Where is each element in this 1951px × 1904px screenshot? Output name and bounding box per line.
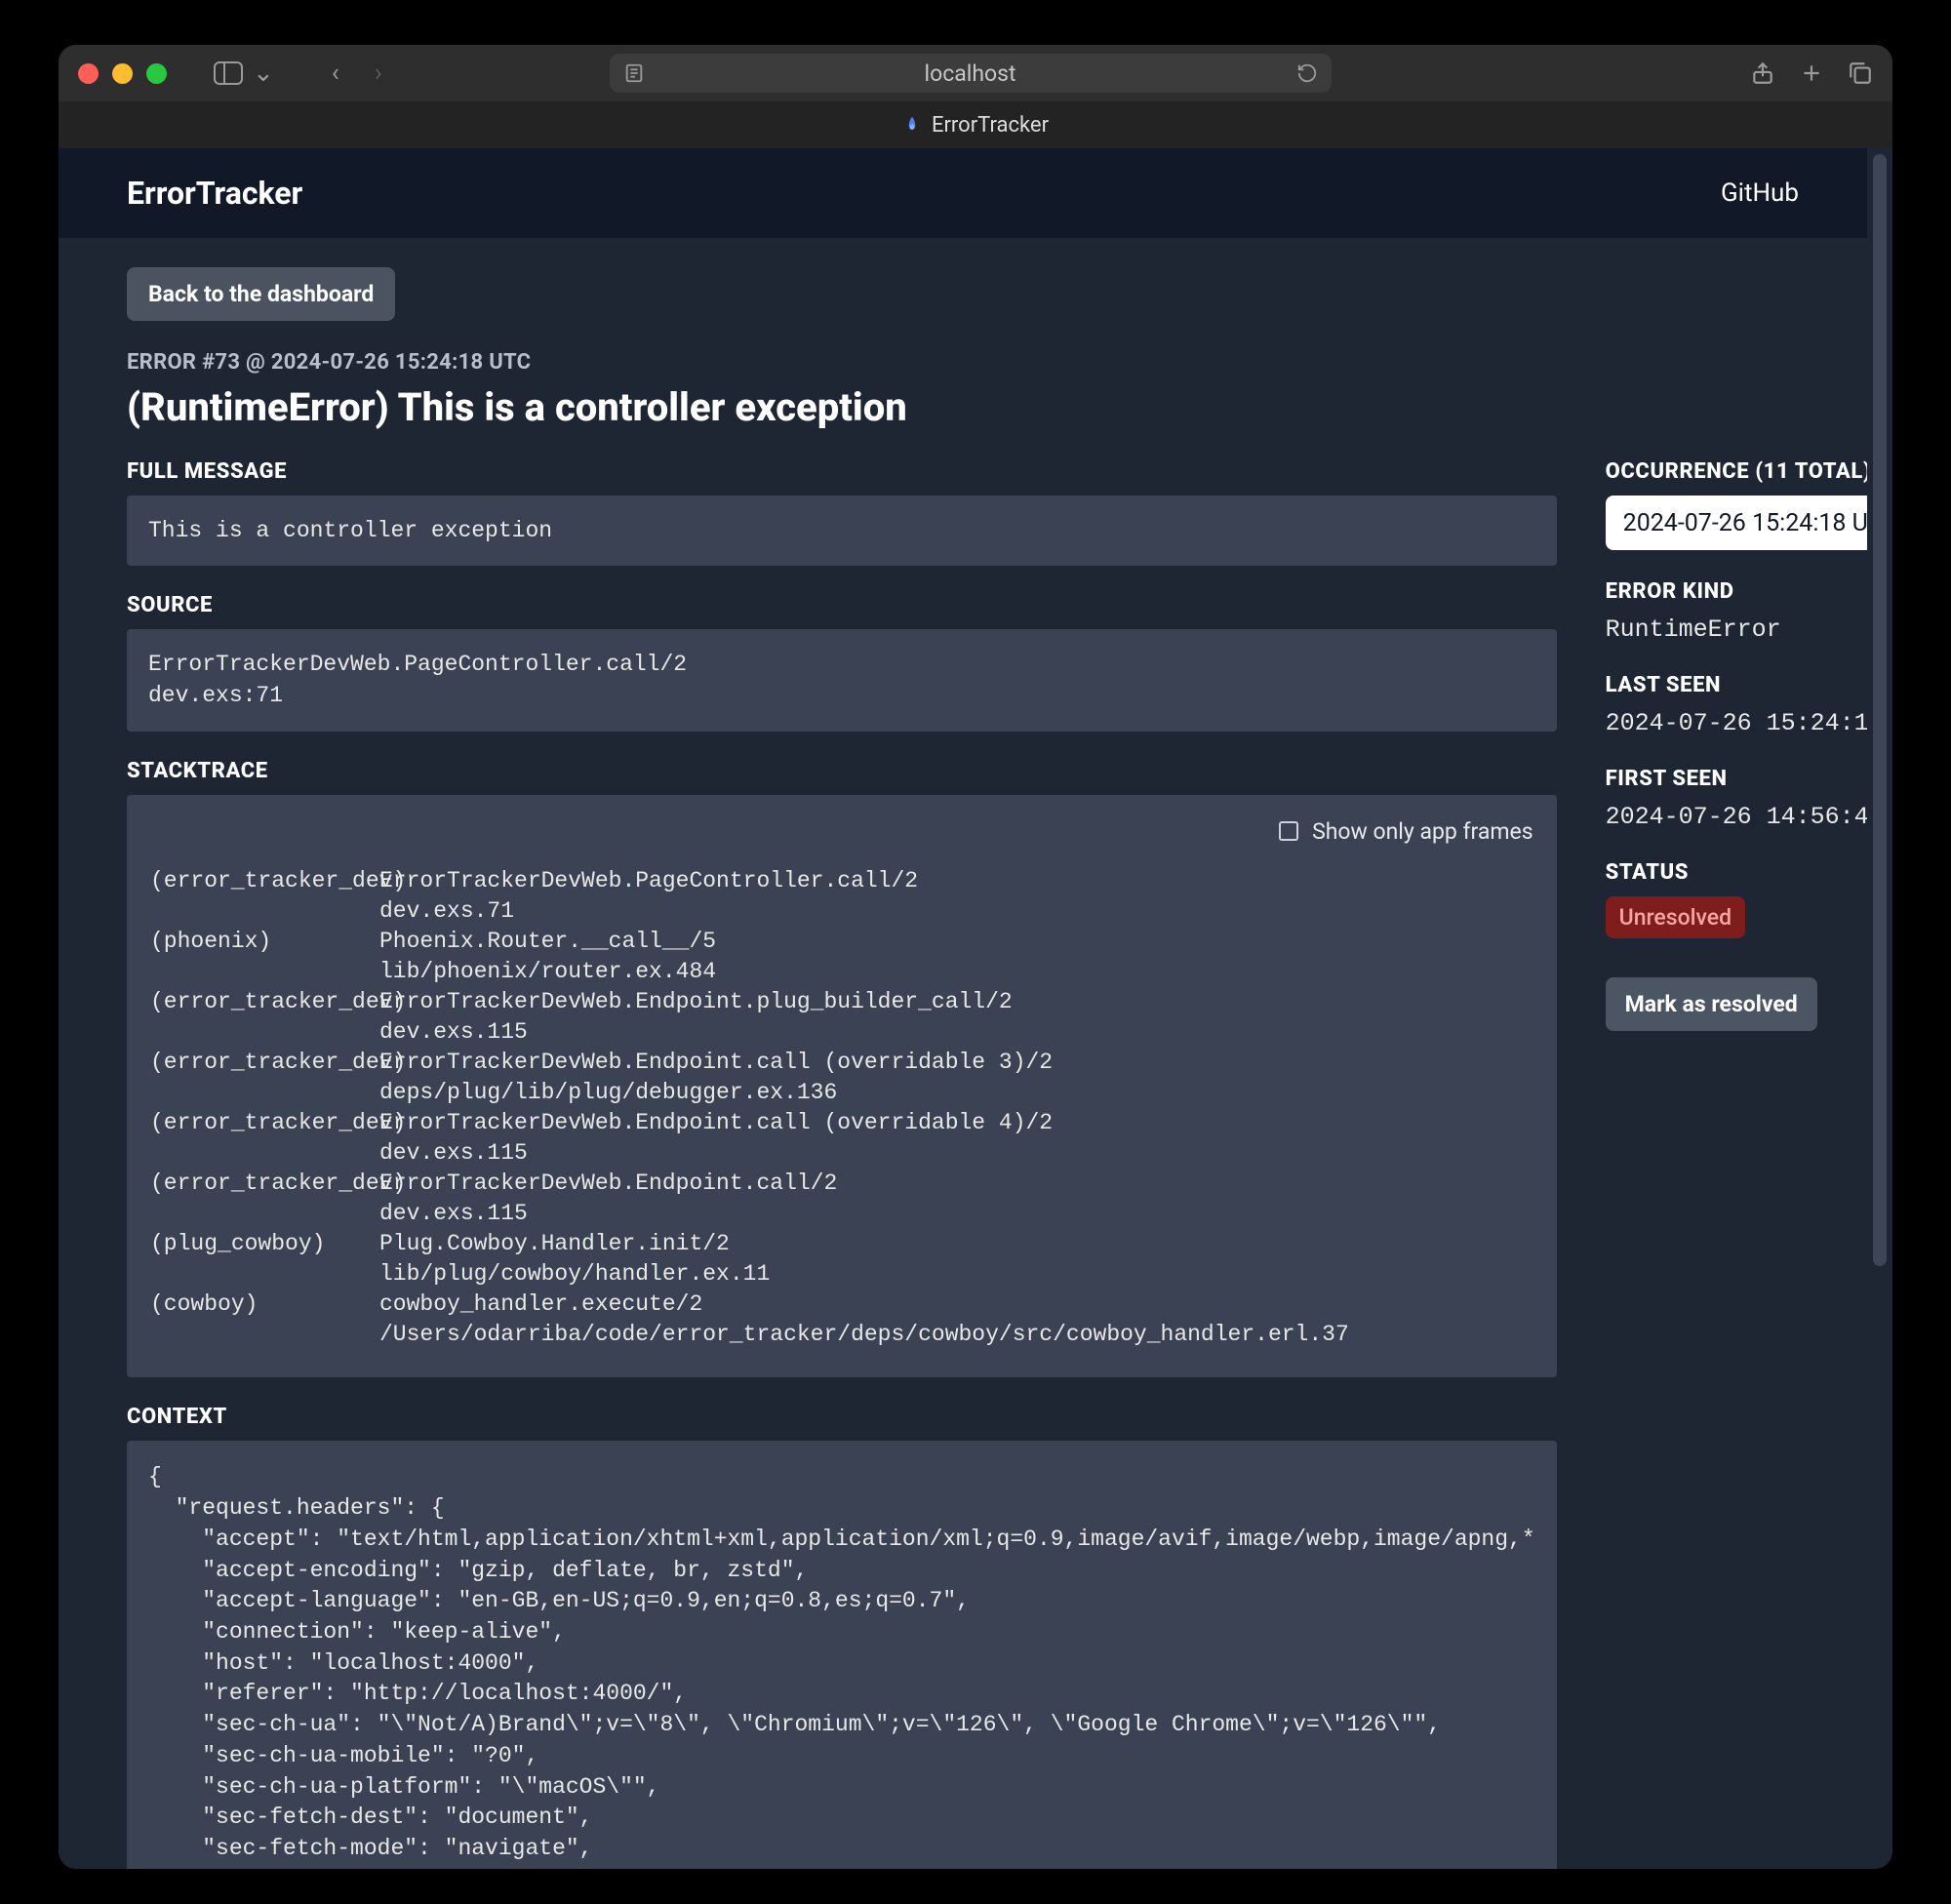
scrollbar[interactable] — [1867, 148, 1892, 1869]
stack-frame-package: (error_tracker_dev) — [150, 866, 379, 927]
error-title: (RuntimeError) This is a controller exce… — [127, 384, 1799, 430]
section-stacktrace: STACKTRACE — [127, 759, 1557, 783]
error-meta: ERROR #73 @ 2024-07-26 15:24:18 UTC — [127, 350, 1799, 375]
stack-frame: (error_tracker_dev)ErrorTrackerDevWeb.En… — [150, 1108, 1533, 1169]
stack-frame-lines: Phoenix.Router.__call__/5lib/phoenix/rou… — [379, 927, 1533, 987]
sidebar-first-seen-heading: FIRST SEEN — [1606, 767, 1867, 791]
tab[interactable]: ErrorTracker — [59, 101, 1892, 148]
show-only-app-frames-label: Show only app frames — [1312, 818, 1533, 845]
stack-frame-lines: cowboy_handler.execute/2/Users/odarriba/… — [379, 1289, 1533, 1350]
sidebar-error-kind-heading: ERROR KIND — [1606, 579, 1867, 604]
stack-frame: (cowboy)cowboy_handler.execute/2/Users/o… — [150, 1289, 1533, 1350]
section-source: SOURCE — [127, 593, 1557, 617]
brand: ErrorTracker — [127, 175, 302, 212]
site-settings-icon[interactable] — [623, 62, 645, 84]
source-card: ErrorTrackerDevWeb.PageController.call/2… — [127, 629, 1557, 731]
sidebar-toggle[interactable]: ⌄ — [214, 60, 274, 86]
app-header: ErrorTracker GitHub — [59, 148, 1867, 238]
stack-frame-package: (phoenix) — [150, 927, 379, 987]
back-to-dashboard-label: Back to the dashboard — [148, 281, 374, 307]
nav-forward-button: › — [364, 59, 393, 88]
stack-frame: (plug_cowboy)Plug.Cowboy.Handler.init/2l… — [150, 1229, 1533, 1289]
tab-title: ErrorTracker — [932, 113, 1049, 138]
favicon-icon — [902, 115, 922, 135]
stack-frame: (phoenix)Phoenix.Router.__call__/5lib/ph… — [150, 927, 1533, 987]
close-icon[interactable] — [78, 63, 99, 84]
context-card: { "request.headers": { "accept": "text/h… — [127, 1441, 1557, 1869]
stack-frame-lines: ErrorTrackerDevWeb.Endpoint.plug_builder… — [379, 987, 1533, 1048]
address-bar[interactable]: localhost — [610, 54, 1332, 93]
stack-frame-package: (cowboy) — [150, 1289, 379, 1350]
section-full-message: FULL MESSAGE — [127, 459, 1557, 484]
stack-frame-package: (error_tracker_dev) — [150, 1048, 379, 1108]
stack-frame-package: (error_tracker_dev) — [150, 1169, 379, 1229]
reload-icon[interactable] — [1296, 62, 1318, 84]
last-seen-value: 2024-07-26 15:24:18 UTC — [1606, 709, 1867, 737]
stack-frame-lines: ErrorTrackerDevWeb.PageController.call/2… — [379, 866, 1533, 927]
first-seen-value: 2024-07-26 14:56:47 UTC — [1606, 803, 1867, 831]
stack-frame-lines: ErrorTrackerDevWeb.Endpoint.call (overri… — [379, 1048, 1533, 1108]
mark-as-resolved-label: Mark as resolved — [1625, 991, 1798, 1017]
nav-back-button[interactable]: ‹ — [321, 59, 350, 88]
status-badge: Unresolved — [1606, 896, 1745, 938]
stack-frame: (error_tracker_dev)ErrorTrackerDevWeb.En… — [150, 1169, 1533, 1229]
stack-frame-lines: Plug.Cowboy.Handler.init/2lib/plug/cowbo… — [379, 1229, 1533, 1289]
sidebar-status-heading: STATUS — [1606, 860, 1867, 885]
new-tab-icon[interactable] — [1799, 60, 1824, 86]
full-message-card: This is a controller exception — [127, 496, 1557, 566]
mark-as-resolved-button[interactable]: Mark as resolved — [1606, 977, 1817, 1031]
stacktrace-card: Show only app frames (error_tracker_dev)… — [127, 795, 1557, 1378]
error-kind-value: RuntimeError — [1606, 615, 1867, 644]
sidebar-occurrence-heading: OCCURRENCE (11 TOTAL) — [1606, 459, 1867, 484]
back-to-dashboard-button[interactable]: Back to the dashboard — [127, 267, 395, 321]
stack-frame-lines: ErrorTrackerDevWeb.Endpoint.call (overri… — [379, 1108, 1533, 1169]
chevron-down-icon: ⌄ — [253, 60, 274, 86]
traffic-lights — [78, 63, 167, 84]
stack-frame-package: (error_tracker_dev) — [150, 987, 379, 1048]
sidebar-last-seen-heading: LAST SEEN — [1606, 673, 1867, 697]
share-icon[interactable] — [1750, 60, 1775, 86]
stack-frame: (error_tracker_dev)ErrorTrackerDevWeb.Pa… — [150, 866, 1533, 927]
stack-frame: (error_tracker_dev)ErrorTrackerDevWeb.En… — [150, 1048, 1533, 1108]
tab-overview-icon[interactable] — [1848, 60, 1873, 86]
stack-frame: (error_tracker_dev)ErrorTrackerDevWeb.En… — [150, 987, 1533, 1048]
fullscreen-icon[interactable] — [146, 63, 167, 84]
titlebar: ⌄ ‹ › localhost — [59, 45, 1892, 101]
stack-frame-package: (error_tracker_dev) — [150, 1108, 379, 1169]
section-context: CONTEXT — [127, 1405, 1557, 1429]
browser-window: ⌄ ‹ › localhost — [59, 45, 1892, 1869]
stack-frame-package: (plug_cowboy) — [150, 1229, 379, 1289]
github-link[interactable]: GitHub — [1721, 178, 1799, 208]
address-text: localhost — [925, 60, 1016, 87]
stack-frame-lines: ErrorTrackerDevWeb.Endpoint.call/2dev.ex… — [379, 1169, 1533, 1229]
occurrence-selected: 2024-07-26 15:24:18 UTC — [1623, 509, 1867, 537]
occurrence-select[interactable]: 2024-07-26 15:24:18 UTC — [1606, 496, 1867, 550]
minimize-icon[interactable] — [112, 63, 133, 84]
show-only-app-frames-checkbox[interactable] — [1279, 821, 1298, 841]
